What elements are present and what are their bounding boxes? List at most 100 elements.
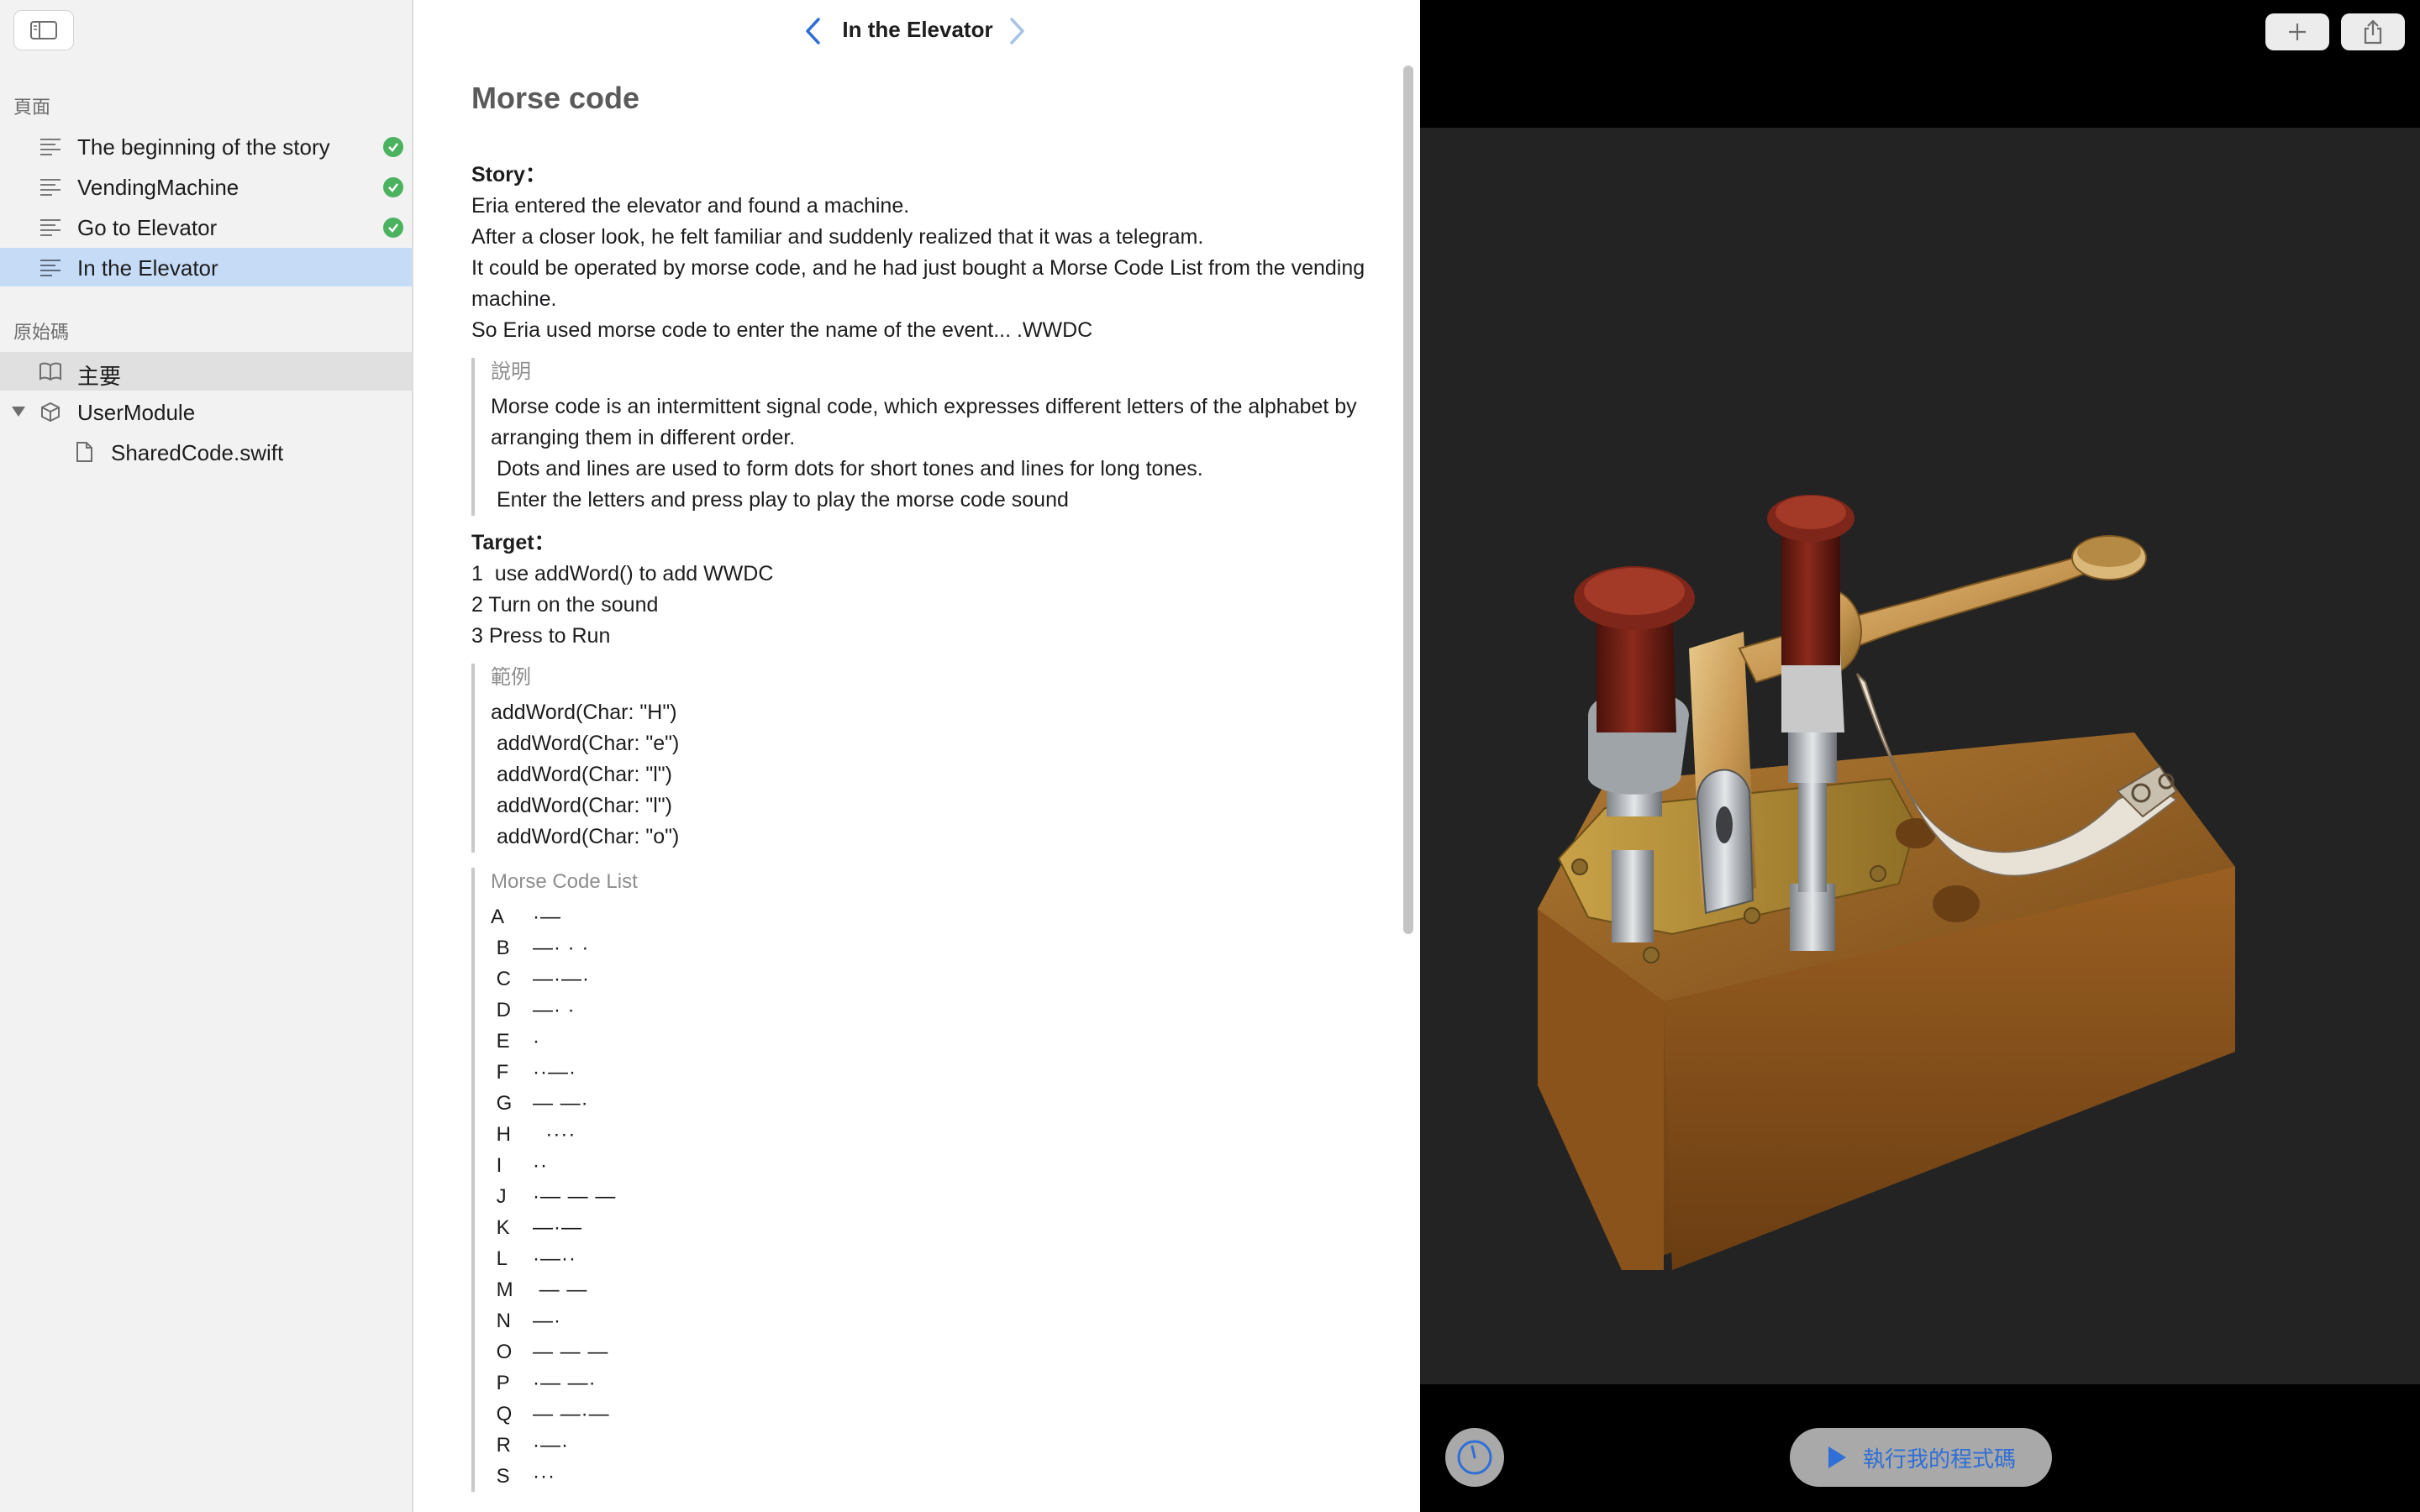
morse-code: ·— —·	[533, 1372, 597, 1394]
navigation-bar: In the Elevator	[415, 0, 1420, 60]
story-line: Eria entered the elevator and found a ma…	[471, 194, 910, 218]
morse-row: C —·—·	[491, 963, 1387, 995]
code-line: addWord(Char: "o")	[491, 825, 680, 848]
target-line: 3 Press to Run	[471, 624, 611, 648]
morse-code: ···	[533, 1465, 555, 1488]
plus-icon	[2289, 24, 2306, 40]
morse-row: R ·—·	[491, 1430, 1387, 1461]
story-line: So Eria used morse code to enter the nam…	[471, 318, 1093, 342]
morse-letter: R	[491, 1434, 511, 1457]
morse-row: O — — —	[491, 1336, 1387, 1368]
sidebar-item-page-selected[interactable]: In the Elevator	[0, 248, 412, 286]
morse-code: ·	[533, 1030, 540, 1053]
morse-code: —· · ·	[533, 937, 590, 959]
note-line: Dots and lines are used to form dots for…	[491, 457, 1203, 480]
sidebar-toggle-button[interactable]	[13, 10, 74, 50]
morse-code: ·—··	[533, 1247, 576, 1270]
morse-code: — — —	[533, 1341, 609, 1363]
morse-row: M — —	[491, 1274, 1387, 1305]
morse-letter: K	[491, 1216, 510, 1239]
morse-letter: G	[491, 1092, 513, 1115]
sidebar-item-main[interactable]: 主要	[0, 352, 412, 391]
morse-row: E ·	[491, 1026, 1387, 1057]
morse-letter: S	[491, 1465, 510, 1488]
morse-list-title: Morse Code List	[491, 870, 638, 893]
pages-section-header: 頁面	[13, 97, 51, 118]
note-title: 說明	[491, 360, 531, 383]
morse-letter: M	[491, 1278, 513, 1301]
speed-control-button[interactable]	[1445, 1428, 1504, 1487]
sidebar-item-label: SharedCode.swift	[111, 440, 284, 465]
morse-row: H ····	[491, 1119, 1387, 1150]
morse-letter: B	[491, 937, 510, 959]
document-scrollbar[interactable]	[1403, 66, 1413, 934]
sidebar-item-label: In the Elevator	[77, 255, 218, 281]
sidebar-item-page[interactable]: VendingMachine	[0, 167, 412, 206]
morse-code: — —	[533, 1278, 588, 1301]
file-icon	[76, 442, 92, 462]
sidebar-item-page[interactable]: The beginning of the story	[0, 127, 412, 165]
share-icon	[2364, 19, 2382, 45]
chevron-right-icon[interactable]	[1008, 17, 1027, 45]
sidebar-icon	[30, 21, 57, 39]
text-lines-icon	[40, 179, 60, 196]
morse-row: I ··	[491, 1150, 1387, 1181]
morse-code: ·— — —	[533, 1185, 617, 1208]
scene-canvas[interactable]	[1420, 128, 2420, 1384]
morse-code: ·—·	[533, 1434, 569, 1457]
morse-letter: I	[491, 1154, 502, 1177]
morse-code: ·—	[533, 906, 561, 928]
morse-letter: O	[491, 1341, 513, 1363]
disclosure-triangle-icon[interactable]	[10, 405, 27, 418]
morse-code: —·	[533, 1310, 561, 1332]
morse-row: L ·—··	[491, 1243, 1387, 1274]
sidebar-item-usermodule[interactable]: UserModule	[0, 392, 412, 431]
morse-row: J ·— — —	[491, 1181, 1387, 1212]
morse-row: S ···	[491, 1461, 1387, 1492]
code-line: addWord(Char: "l")	[491, 794, 672, 817]
note-line: Morse code is an intermittent signal cod…	[491, 395, 1357, 449]
story-line: After a closer look, he felt familiar an…	[471, 225, 1204, 249]
gauge-icon	[1457, 1440, 1492, 1475]
sidebar-item-label: UserModule	[77, 400, 196, 425]
morse-letter: H	[491, 1123, 511, 1146]
checkmark-icon	[383, 177, 403, 197]
checkmark-icon	[383, 218, 403, 238]
morse-code: ··—·	[533, 1061, 576, 1084]
code-line: addWord(Char: "H")	[491, 701, 677, 724]
code-line: addWord(Char: "l")	[491, 763, 672, 786]
sidebar-item-label: Go to Elevator	[77, 215, 218, 240]
source-section-header: 原始碼	[13, 322, 70, 343]
sidebar: 頁面 The beginning of the story VendingMac…	[0, 0, 413, 1512]
module-icon	[41, 402, 60, 422]
morse-letter: D	[491, 999, 511, 1021]
morse-row: B —· · ·	[491, 932, 1387, 963]
morse-letter: A	[491, 906, 505, 928]
note-callout: 說明 Morse code is an intermittent signal …	[471, 358, 1387, 516]
story-label: Story：	[471, 163, 546, 186]
text-lines-icon	[40, 139, 60, 155]
target-label: Target：	[471, 531, 555, 554]
morse-code: ····	[533, 1123, 576, 1146]
story-line: It could be operated by morse code, and …	[471, 256, 1365, 311]
morse-letter: J	[491, 1185, 507, 1208]
morse-letter: F	[491, 1061, 509, 1084]
morse-letter: N	[491, 1310, 511, 1332]
code-line: addWord(Char: "e")	[491, 732, 680, 755]
morse-row: N —·	[491, 1305, 1387, 1336]
morse-row: F ··—·	[491, 1057, 1387, 1088]
add-button[interactable]	[2265, 13, 2329, 50]
morse-row: A ·—	[491, 901, 1387, 932]
share-button[interactable]	[2341, 13, 2405, 50]
run-button-label: 執行我的程式碼	[1862, 1446, 2016, 1472]
document-pane: In the Elevator Morse code Story： Eria e…	[415, 0, 1420, 1512]
morse-letter: C	[491, 968, 511, 990]
sidebar-item-label: VendingMachine	[77, 175, 239, 200]
sidebar-item-sharedcode[interactable]: SharedCode.swift	[0, 433, 412, 471]
run-my-code-button[interactable]: 執行我的程式碼	[1790, 1428, 2052, 1487]
morse-letter: L	[491, 1247, 508, 1270]
checkmark-icon	[383, 137, 403, 157]
morse-row: K —·—	[491, 1212, 1387, 1243]
sidebar-item-page[interactable]: Go to Elevator	[0, 207, 412, 246]
sidebar-item-label: 主要	[77, 364, 122, 389]
